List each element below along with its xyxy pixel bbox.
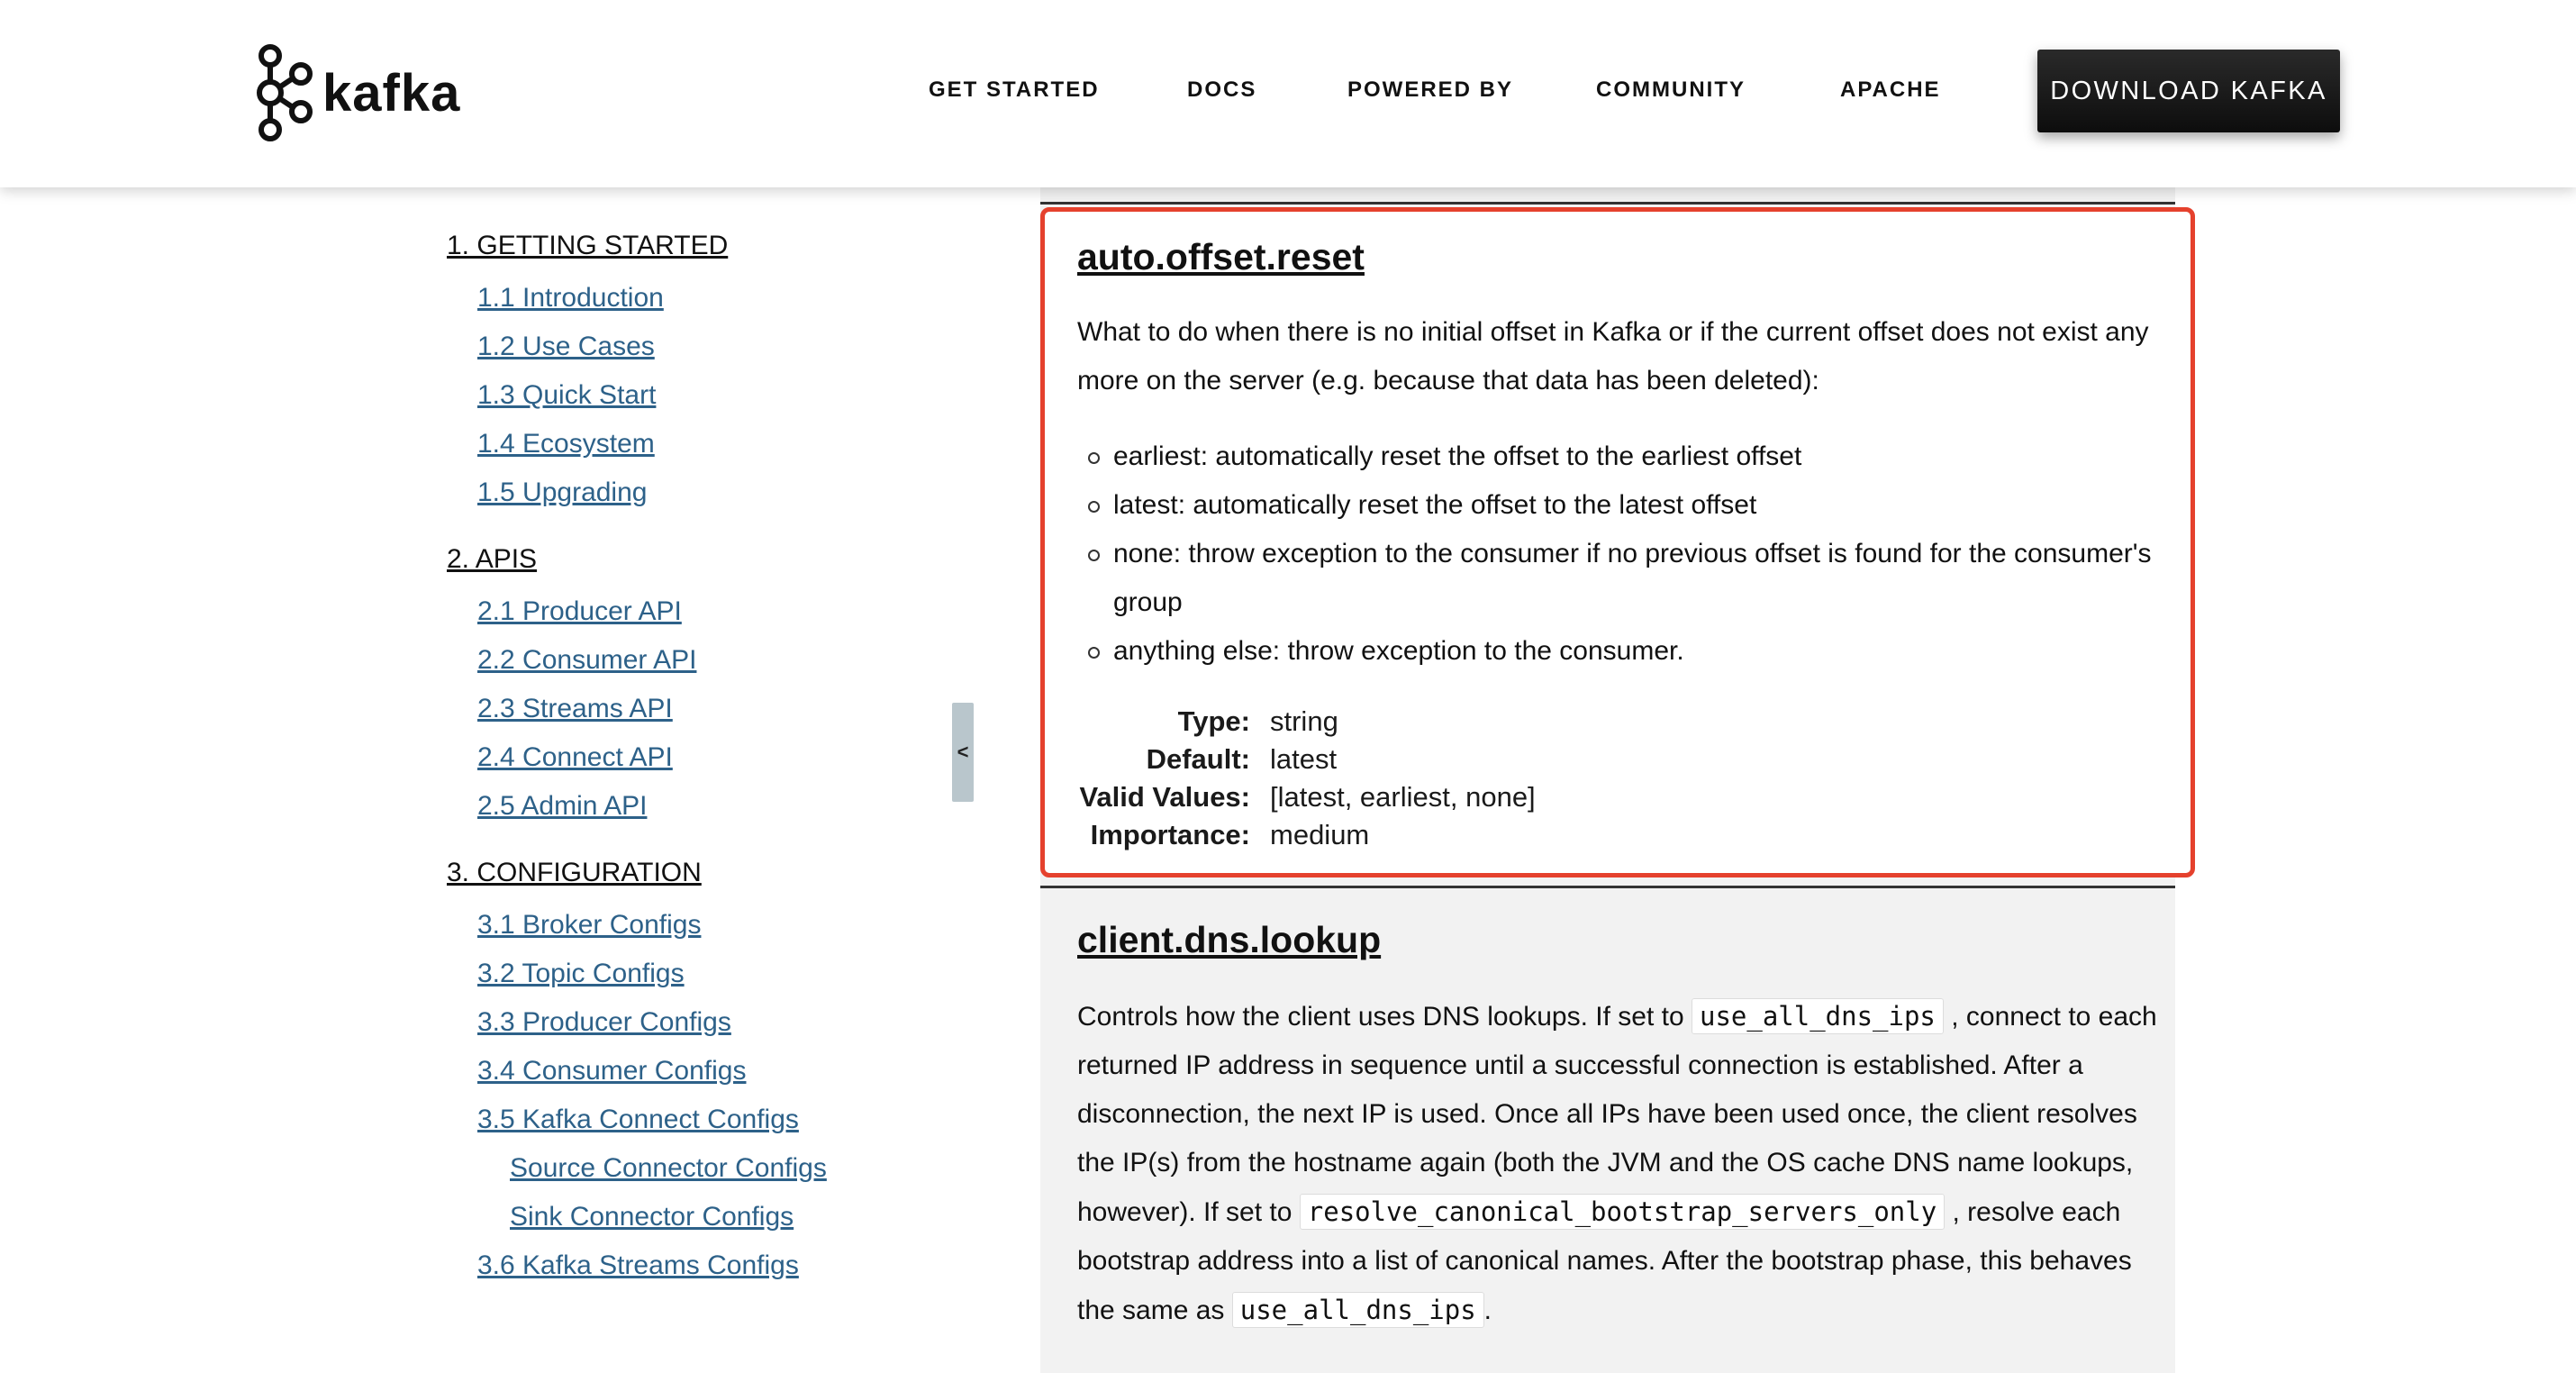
toc-link[interactable]: 1.3 Quick Start [477, 380, 656, 411]
list-item: none: throw exception to the consumer if… [1077, 530, 2169, 627]
toc-link[interactable]: 1.1 Introduction [477, 283, 664, 314]
nav-get-started[interactable]: GET STARTED [929, 77, 1100, 103]
download-kafka-button[interactable]: DOWNLOAD KAFKA [2037, 50, 2340, 132]
toc-section-configuration[interactable]: 3. CONFIGURATION [447, 858, 702, 888]
list-item: earliest: automatically reset the offset… [1077, 432, 2169, 481]
toc-section-apis[interactable]: 2. APIS [447, 544, 537, 575]
meta-value-importance: medium [1270, 819, 1370, 850]
toc-link[interactable]: 3.1 Broker Configs [477, 910, 701, 941]
description-text: . [1483, 1296, 1492, 1325]
config-title-auto-offset-reset[interactable]: auto.offset.reset [1077, 236, 1365, 278]
config-meta-values: string latest [latest, earliest, none] m… [1270, 703, 1536, 854]
logo-text: kafka [322, 63, 461, 123]
config-description: Controls how the client uses DNS lookups… [1077, 992, 2169, 1335]
divider [1040, 886, 2175, 888]
toc-link[interactable]: 2.3 Streams API [477, 694, 673, 724]
option-list: earliest: automatically reset the offset… [1077, 432, 2169, 676]
config-meta-keys: Type: Default: Valid Values: Importance: [1077, 703, 1250, 854]
description-text: Controls how the client uses DNS lookups… [1077, 1002, 1684, 1032]
sidebar-collapse-button[interactable]: < [952, 703, 974, 802]
toc-link[interactable]: 3.2 Topic Configs [477, 959, 685, 989]
config-title-client-dns-lookup[interactable]: client.dns.lookup [1077, 919, 1381, 961]
toc-section-getting-started[interactable]: 1. GETTING STARTED [447, 231, 728, 261]
inline-code: use_all_dns_ips [1231, 1292, 1484, 1328]
toc-link[interactable]: 3.5 Kafka Connect Configs [477, 1105, 799, 1135]
list-item: latest: automatically reset the offset t… [1077, 481, 2169, 530]
toc-link[interactable]: 2.4 Connect API [477, 742, 673, 773]
inline-code: use_all_dns_ips [1692, 998, 1944, 1034]
kafka-logo-icon [257, 44, 313, 141]
inline-code: resolve_canonical_bootstrap_servers_only [1299, 1194, 1946, 1230]
toc-link[interactable]: 1.2 Use Cases [477, 332, 655, 362]
toc-link[interactable]: 1.5 Upgrading [477, 477, 647, 508]
meta-key-type: Type: [1177, 705, 1250, 737]
list-item: anything else: throw exception to the co… [1077, 627, 2169, 676]
meta-value-default: latest [1270, 743, 1338, 775]
toc-link[interactable]: 2.2 Consumer API [477, 645, 696, 676]
meta-key-valid-values: Valid Values: [1079, 781, 1250, 813]
nav-docs[interactable]: DOCS [1187, 77, 1256, 103]
meta-key-importance: Importance: [1090, 819, 1250, 850]
description-line: more on the server (e.g. because that da… [1077, 366, 1819, 396]
nav-community[interactable]: COMMUNITY [1596, 77, 1746, 103]
nav-apache[interactable]: APACHE [1840, 77, 1941, 103]
site-header: kafka GET STARTED DOCS POWERED BY COMMUN… [0, 0, 2576, 187]
toc-link[interactable]: Sink Connector Configs [510, 1202, 794, 1232]
nav-powered-by[interactable]: POWERED BY [1347, 77, 1513, 103]
description-line: What to do when there is no initial offs… [1077, 317, 2149, 347]
kafka-logo[interactable]: kafka [250, 43, 460, 142]
meta-value-type: string [1270, 705, 1338, 737]
divider [1040, 202, 2175, 205]
toc-link[interactable]: 3.3 Producer Configs [477, 1007, 731, 1038]
toc-link[interactable]: 3.4 Consumer Configs [477, 1056, 746, 1087]
toc-link[interactable]: 2.1 Producer API [477, 596, 682, 627]
meta-value-valid-values: [latest, earliest, none] [1270, 781, 1536, 813]
meta-key-default: Default: [1146, 743, 1250, 775]
toc-link[interactable]: 1.4 Ecosystem [477, 429, 655, 459]
config-description: What to do when there is no initial offs… [1077, 308, 2169, 405]
toc-link[interactable]: 2.5 Admin API [477, 791, 647, 822]
toc-link[interactable]: Source Connector Configs [510, 1153, 827, 1184]
toc-link[interactable]: 3.6 Kafka Streams Configs [477, 1250, 799, 1281]
